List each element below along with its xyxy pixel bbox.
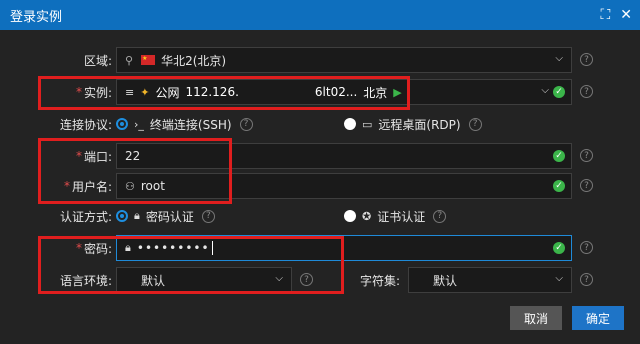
help-icon[interactable]: ?	[580, 179, 593, 192]
auth-password-label: 密码认证	[145, 209, 194, 224]
locale-label: 语言环境:	[59, 273, 112, 288]
help-icon[interactable]: ?	[300, 273, 313, 286]
radio-selected[interactable]	[116, 118, 128, 130]
terminal-icon: ›_	[134, 117, 144, 131]
expand-icon[interactable]: ⛶	[600, 7, 610, 23]
china-flag-icon	[141, 55, 156, 65]
region-select[interactable]: ⚲ 华北2(北京) ⌵	[116, 47, 572, 73]
auth-certificate-label: 证书认证	[377, 209, 426, 224]
dialog-title: 登录实例	[10, 9, 63, 25]
password-label: * 密码:	[75, 241, 112, 256]
title-bar: 登录实例 ⛶ ✕	[0, 0, 640, 30]
check-icon: ✓	[553, 242, 565, 254]
port-row: * 端口: 22 ✓ ?	[0, 142, 640, 170]
locale-value: 默认	[141, 273, 166, 288]
auth-label: 认证方式:	[59, 209, 112, 224]
certificate-icon: ✪	[362, 209, 372, 223]
check-icon: ✓	[553, 86, 565, 98]
port-label: * 端口:	[75, 149, 112, 164]
locale-row: 语言环境: 默认 ⌵ ? 字符集: 默认 ⌵ ?	[0, 266, 640, 294]
lock-icon: 🔒︎	[125, 241, 131, 254]
monitor-icon: ▭	[362, 117, 373, 131]
cancel-button[interactable]: 取消	[510, 306, 562, 330]
charset-select[interactable]: 默认 ⌵	[408, 267, 572, 293]
help-icon[interactable]: ?	[580, 241, 593, 254]
radio-unselected[interactable]	[344, 118, 356, 130]
username-label: * 用户名:	[63, 179, 112, 194]
instance-name: 6lt02...	[314, 85, 358, 99]
location-pin-icon: ⚲	[125, 53, 134, 67]
server-icon: ≡	[125, 85, 135, 99]
help-icon[interactable]: ?	[580, 149, 593, 162]
help-icon[interactable]: ?	[580, 53, 593, 66]
login-dialog: 区域: ⚲ 华北2(北京) ⌵ ? *实例: ≡ ✦ 公网 112.126. 6…	[0, 30, 640, 344]
auth-password-option[interactable]: 🔒︎ 密码认证 ?	[116, 202, 215, 230]
password-value: •••••••••	[136, 241, 210, 255]
check-icon: ✓	[553, 180, 565, 192]
region-value: 华北2(北京)	[161, 53, 227, 68]
instance-ip: 112.126.	[185, 85, 239, 99]
password-row: * 密码: 🔒︎ ••••••••• ✓ ?	[0, 234, 640, 262]
protocol-rdp-label: 远程桌面(RDP)	[378, 117, 461, 132]
running-status-icon: ▶	[393, 85, 402, 99]
port-input[interactable]: 22 ✓	[116, 143, 572, 169]
protocol-rdp-option[interactable]: ▭ 远程桌面(RDP) ?	[344, 110, 482, 138]
locale-select[interactable]: 默认 ⌵	[116, 267, 292, 293]
close-icon[interactable]: ✕	[620, 7, 632, 23]
protocol-ssh-label: 终端连接(SSH)	[149, 117, 232, 132]
protocol-row: 连接协议: ›_ 终端连接(SSH) ? ▭ 远程桌面(RDP) ?	[0, 110, 640, 138]
instance-select[interactable]: ≡ ✦ 公网 112.126. 6lt02... 北京 ▶ ⌵ ✓	[116, 79, 572, 105]
instance-row: * 实例: ≡ ✦ 公网 112.126. 6lt02... 北京 ▶ ⌵ ✓ ?	[0, 78, 640, 106]
help-icon[interactable]: ?	[239, 117, 253, 131]
radio-unselected[interactable]	[344, 210, 356, 222]
username-row: * 用户名: ⚇ root ✓ ?	[0, 172, 640, 200]
help-icon[interactable]: ?	[468, 117, 482, 131]
lock-icon: 🔒︎	[134, 209, 140, 222]
chevron-down-icon: ⌵	[555, 53, 563, 64]
auth-certificate-option[interactable]: ✪ 证书认证 ?	[344, 202, 447, 230]
ecs-icon: ✦	[140, 85, 150, 99]
charset-label: 字符集:	[359, 273, 400, 288]
username-input[interactable]: ⚇ root ✓	[116, 173, 572, 199]
check-icon: ✓	[553, 150, 565, 162]
region-label: 区域:	[83, 53, 112, 68]
port-value: 22	[125, 149, 141, 163]
help-icon[interactable]: ?	[580, 273, 593, 286]
protocol-label: 连接协议:	[59, 117, 112, 132]
instance-network: 公网	[155, 85, 180, 100]
instance-location: 北京	[363, 85, 388, 100]
chevron-down-icon: ⌵	[541, 85, 549, 96]
text-cursor	[211, 241, 213, 255]
help-icon[interactable]: ?	[201, 209, 215, 223]
chevron-down-icon: ⌵	[275, 273, 283, 284]
radio-selected[interactable]	[116, 210, 128, 222]
chevron-down-icon: ⌵	[555, 273, 563, 284]
protocol-ssh-option[interactable]: ›_ 终端连接(SSH) ?	[116, 110, 253, 138]
charset-value: 默认	[433, 273, 458, 288]
region-row: 区域: ⚲ 华北2(北京) ⌵ ?	[0, 46, 640, 74]
confirm-button[interactable]: 确定	[572, 306, 624, 330]
instance-label: * 实例:	[75, 85, 112, 100]
username-value: root	[140, 179, 165, 193]
password-input[interactable]: 🔒︎ ••••••••• ✓	[116, 235, 572, 261]
user-icon: ⚇	[125, 179, 135, 193]
auth-row: 认证方式: 🔒︎ 密码认证 ? ✪ 证书认证 ?	[0, 202, 640, 230]
help-icon[interactable]: ?	[433, 209, 447, 223]
help-icon[interactable]: ?	[580, 85, 593, 98]
